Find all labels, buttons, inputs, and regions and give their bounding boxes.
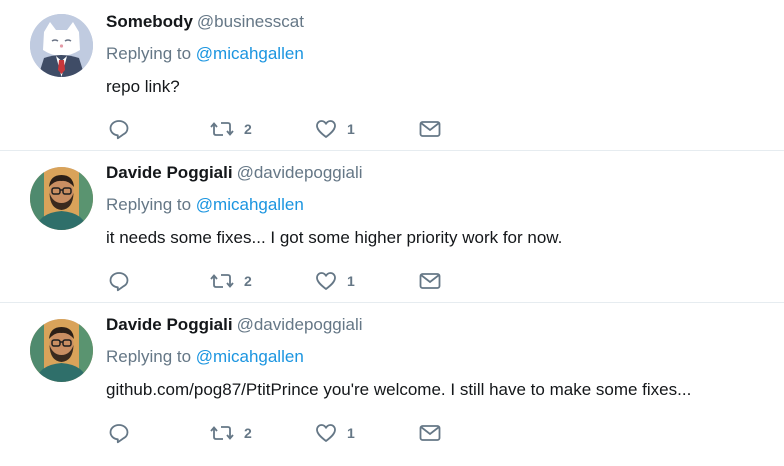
like-count: 1 bbox=[347, 425, 355, 441]
retweet-button[interactable]: 2 bbox=[210, 268, 252, 294]
retweet-button[interactable]: 2 bbox=[210, 116, 252, 142]
reply-icon bbox=[109, 120, 129, 140]
tweet-text: repo link? bbox=[106, 77, 180, 96]
cat-avatar-icon bbox=[30, 14, 93, 77]
tweet[interactable]: Somebody @businesscat Replying to @micahg… bbox=[0, 0, 784, 151]
retweet-count: 2 bbox=[244, 121, 252, 137]
retweet-count: 2 bbox=[244, 425, 252, 441]
tweet-header: Davide Poggiali @davidepoggiali bbox=[106, 163, 363, 183]
tweet-text: it needs some fixes... I got some higher… bbox=[106, 228, 563, 247]
reply-button[interactable] bbox=[108, 116, 130, 142]
like-count: 1 bbox=[347, 273, 355, 289]
replying-to-link[interactable]: @micahgallen bbox=[196, 347, 304, 366]
reply-icon bbox=[109, 272, 129, 292]
heart-icon bbox=[316, 424, 336, 442]
like-button[interactable]: 1 bbox=[315, 268, 355, 294]
replying-prefix: Replying to bbox=[106, 195, 192, 214]
heart-icon bbox=[316, 272, 336, 290]
tweet-header: Davide Poggiali @davidepoggiali bbox=[106, 315, 363, 335]
display-name[interactable]: Davide Poggiali bbox=[106, 315, 233, 334]
envelope-icon bbox=[419, 273, 441, 289]
replying-prefix: Replying to bbox=[106, 44, 192, 63]
avatar[interactable] bbox=[30, 319, 93, 382]
like-button[interactable]: 1 bbox=[315, 420, 355, 446]
retweet-icon bbox=[210, 274, 234, 288]
tweet[interactable]: Davide Poggiali @davidepoggiali Replying … bbox=[0, 303, 784, 466]
person-avatar-icon bbox=[30, 167, 93, 230]
replying-to: Replying to @micahgallen bbox=[106, 44, 304, 64]
direct-message-button[interactable] bbox=[418, 116, 442, 142]
retweet-button[interactable]: 2 bbox=[210, 420, 252, 446]
like-button[interactable]: 1 bbox=[315, 116, 355, 142]
tweet[interactable]: Davide Poggiali @davidepoggiali Replying … bbox=[0, 151, 784, 303]
avatar[interactable] bbox=[30, 14, 93, 77]
user-handle[interactable]: @davidepoggiali bbox=[237, 163, 363, 182]
display-name[interactable]: Somebody bbox=[106, 12, 193, 31]
replying-to-link[interactable]: @micahgallen bbox=[196, 44, 304, 63]
tweet-header: Somebody @businesscat bbox=[106, 12, 304, 32]
replying-to-link[interactable]: @micahgallen bbox=[196, 195, 304, 214]
envelope-icon bbox=[419, 121, 441, 137]
reply-icon bbox=[109, 424, 129, 444]
user-handle[interactable]: @businesscat bbox=[197, 12, 304, 31]
reply-button[interactable] bbox=[108, 420, 130, 446]
heart-icon bbox=[316, 120, 336, 138]
replying-to: Replying to @micahgallen bbox=[106, 347, 304, 367]
retweet-icon bbox=[210, 426, 234, 440]
like-count: 1 bbox=[347, 121, 355, 137]
user-handle[interactable]: @davidepoggiali bbox=[237, 315, 363, 334]
retweet-count: 2 bbox=[244, 273, 252, 289]
display-name[interactable]: Davide Poggiali bbox=[106, 163, 233, 182]
replying-to: Replying to @micahgallen bbox=[106, 195, 304, 215]
direct-message-button[interactable] bbox=[418, 420, 442, 446]
tweet-text[interactable]: github.com/pog87/PtitPrince you're welco… bbox=[106, 380, 691, 400]
replying-prefix: Replying to bbox=[106, 347, 192, 366]
person-avatar-icon bbox=[30, 319, 93, 382]
reply-button[interactable] bbox=[108, 268, 130, 294]
retweet-icon bbox=[210, 122, 234, 136]
envelope-icon bbox=[419, 425, 441, 441]
direct-message-button[interactable] bbox=[418, 268, 442, 294]
avatar[interactable] bbox=[30, 167, 93, 230]
